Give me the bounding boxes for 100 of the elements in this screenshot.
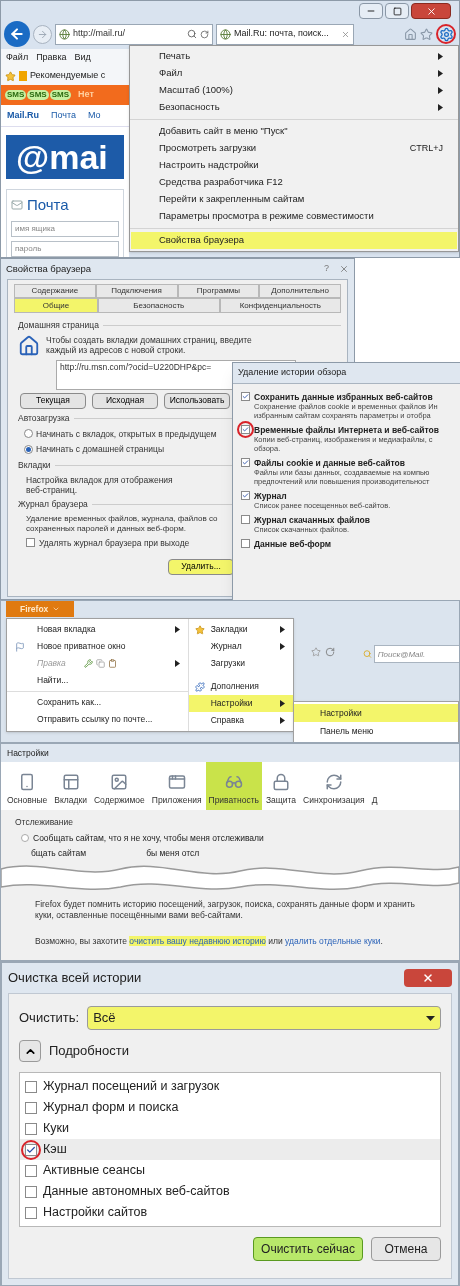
tab[interactable]: Общие	[14, 298, 98, 313]
site-icon	[220, 28, 231, 40]
browser-tab[interactable]: Mail.Ru: почта, поиск...	[216, 23, 354, 45]
favorites-star-icon[interactable]	[420, 27, 433, 41]
address-field[interactable]: http://mail.ru/	[55, 23, 213, 45]
site-nav-link[interactable]: Почта	[51, 108, 76, 123]
tab[interactable]: Дополнительно	[259, 284, 341, 298]
clear-history-link[interactable]: очистить вашу недавнюю историю	[129, 936, 266, 947]
settings-tab[interactable]: Вкладки	[51, 762, 90, 810]
input-field[interactable]: пароль	[11, 240, 119, 257]
menu-bar-item[interactable]: Правка	[36, 51, 67, 65]
help-icon[interactable]: ?	[324, 262, 329, 276]
menu-item[interactable]: Печать	[131, 48, 457, 65]
site-nav-link[interactable]: Mail.Ru	[7, 108, 39, 123]
dialog-button[interactable]: Использовать	[164, 392, 230, 409]
menu-item[interactable]: Масштаб (100%)	[131, 82, 457, 99]
back-button[interactable]	[4, 21, 30, 47]
checkbox[interactable]	[241, 425, 250, 434]
menu-item[interactable]: Настроить надстройки	[131, 157, 457, 174]
minimize-button[interactable]	[359, 3, 383, 19]
section-heading: Отслеживание	[15, 816, 74, 829]
menu-item[interactable]: Дополнения	[188, 678, 293, 695]
sms-badge: SMS	[27, 90, 49, 100]
maximize-icon	[392, 6, 402, 16]
menu-item[interactable]: Файл	[131, 65, 457, 82]
submenu-arrow-icon	[280, 626, 285, 633]
menu-item[interactable]: Безопасность	[131, 99, 457, 116]
menu-item[interactable]: Справка	[188, 712, 293, 729]
settings-tab[interactable]: Д	[368, 762, 381, 810]
menu-item[interactable]: Свойства браузера	[131, 232, 457, 249]
menu-item[interactable]: Журнал	[188, 638, 293, 655]
option-title: Файлы cookie и данные веб-сайтов	[254, 458, 406, 468]
checkbox[interactable]	[25, 1080, 37, 1093]
forward-button[interactable]	[33, 24, 52, 44]
checkbox[interactable]	[241, 491, 250, 500]
checkbox[interactable]	[25, 1185, 37, 1198]
checkbox[interactable]	[241, 458, 250, 467]
puzzle-icon	[194, 681, 205, 692]
bookmark-star-icon[interactable]	[311, 647, 321, 657]
checkbox[interactable]	[25, 1164, 37, 1177]
menu-item[interactable]: Добавить сайт в меню "Пуск"	[131, 123, 457, 140]
menu-item[interactable]: Параметры просмотра в режиме совместимости	[131, 208, 457, 225]
dialog-button[interactable]: Исходная	[92, 392, 158, 409]
menu-bar-item[interactable]: Файл	[6, 51, 29, 65]
close-button[interactable]	[411, 3, 451, 19]
checkbox[interactable]	[241, 515, 250, 524]
checkbox[interactable]	[26, 538, 35, 548]
dropdown[interactable]: Всё	[87, 1006, 441, 1030]
dropdown-arrow-icon	[426, 1015, 435, 1021]
tab[interactable]: Содержание	[14, 284, 96, 298]
radio-button[interactable]	[24, 429, 33, 439]
settings-tab[interactable]: Содержимое	[90, 762, 148, 810]
menu-item[interactable]: Закладки	[188, 621, 293, 638]
menu-item[interactable]: Просмотреть загрузки CTRL+J	[131, 140, 457, 157]
checkbox[interactable]	[25, 1101, 37, 1114]
radio-button[interactable]	[24, 445, 33, 455]
home-icon[interactable]	[404, 27, 417, 41]
reload-icon[interactable]	[325, 647, 335, 657]
tab[interactable]: Программы	[177, 284, 260, 298]
menu-item[interactable]: Настройки	[188, 695, 293, 712]
menu-item[interactable]: Настройки	[294, 704, 458, 722]
menu-item[interactable]: Новая вкладка	[7, 621, 188, 638]
tab[interactable]: Безопасность	[98, 298, 220, 313]
menu-item[interactable]: Загрузки	[188, 655, 293, 672]
checkbox-label: Кэш	[43, 1141, 67, 1159]
section-heading: Автозагрузка	[18, 411, 70, 425]
checkmark-icon	[26, 1144, 36, 1155]
search-field[interactable]: Поиск@Mail.	[373, 645, 459, 663]
menu-item[interactable]: Перейти к закрепленным сайтам	[131, 191, 457, 208]
menu-item[interactable]: Новое приватное окно	[7, 638, 188, 655]
checkbox[interactable]	[241, 392, 250, 401]
menu-bar-item[interactable]: Вид	[74, 51, 91, 65]
checkbox[interactable]	[25, 1122, 37, 1135]
menu-item[interactable]: Найти...	[7, 672, 188, 689]
settings-tab[interactable]: Защита	[262, 762, 300, 810]
delete-button[interactable]: Удалить...	[168, 558, 234, 575]
settings-tab[interactable]: Синхронизация	[300, 762, 368, 810]
menu-item[interactable]: Отправить ссылку по почте...	[7, 711, 188, 728]
input-field[interactable]: имя ящика	[11, 220, 119, 237]
tab[interactable]: Подключения	[95, 284, 178, 298]
close-button[interactable]	[404, 969, 452, 987]
dialog-button[interactable]: Текущая	[20, 392, 86, 409]
checkbox[interactable]	[241, 539, 250, 548]
links-sentence: Возможно, вы захотите очистить вашу недавнюю историю или удалить отдельные куки.	[35, 935, 384, 948]
site-nav-link[interactable]: Мо	[88, 108, 101, 123]
menu-item[interactable]: Сохранить как...	[7, 694, 188, 711]
close-icon[interactable]	[339, 264, 349, 274]
settings-tab[interactable]: Основные	[4, 762, 51, 810]
checkbox[interactable]	[25, 1206, 37, 1219]
menu-item[interactable]: Панель меню	[294, 722, 458, 740]
settings-tab[interactable]: Приватность	[205, 762, 262, 810]
delete-cookies-link[interactable]: удалить отдельные куки	[285, 936, 381, 947]
expand-toggle-button[interactable]	[19, 1040, 41, 1062]
settings-tab[interactable]: Приложения	[148, 762, 205, 810]
maximize-button[interactable]	[385, 3, 409, 19]
dialog-button[interactable]: Отмена	[371, 1237, 441, 1261]
menu-item[interactable]: Средства разработчика F12	[131, 174, 457, 191]
radio-button[interactable]	[21, 834, 29, 843]
dialog-button[interactable]: Очистить сейчас	[253, 1237, 363, 1261]
tab[interactable]: Конфиденциальность	[219, 298, 341, 313]
